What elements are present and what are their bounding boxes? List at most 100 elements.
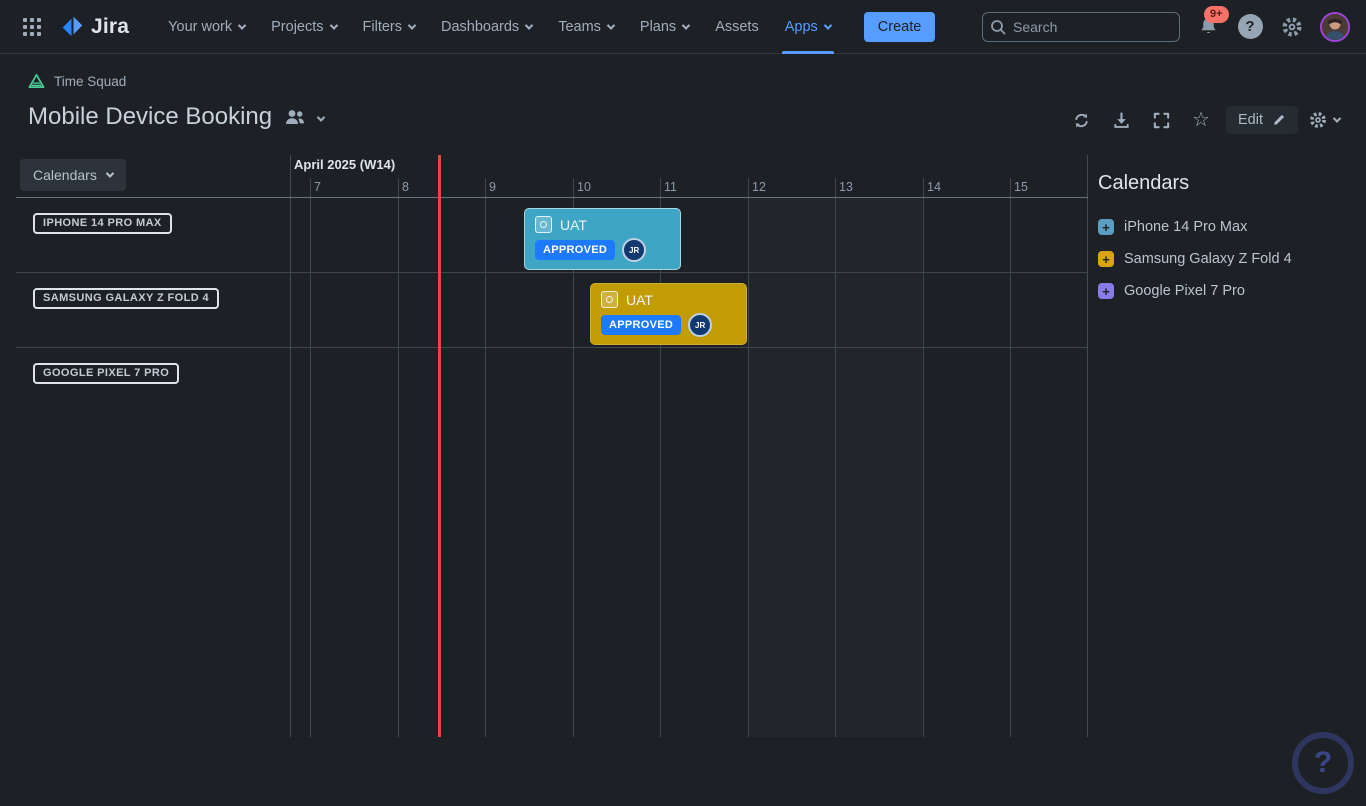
chevron-down-icon	[525, 21, 533, 29]
export-button[interactable]	[1106, 105, 1136, 135]
download-icon	[1112, 111, 1131, 130]
calendar-item-pixel[interactable]: + Google Pixel 7 Pro	[1098, 275, 1348, 307]
day-gridline	[485, 178, 486, 737]
day-label: 10	[577, 180, 591, 194]
day-label: 15	[1014, 180, 1028, 194]
notifications-button[interactable]: 9+	[1194, 13, 1222, 41]
nav-item-label: Your work	[168, 19, 232, 35]
calendar-item-label: Google Pixel 7 Pro	[1124, 283, 1245, 299]
app-switcher-icon[interactable]	[16, 11, 48, 43]
search-box	[982, 12, 1180, 42]
header-underline	[16, 197, 1088, 198]
help-button[interactable]: ?	[1236, 13, 1264, 41]
chevron-down-icon	[824, 21, 832, 29]
event-title: UAT	[626, 292, 653, 308]
day-gridline	[398, 178, 399, 737]
nav-item-apps[interactable]: Apps	[772, 0, 844, 54]
booking-event-samsung[interactable]: UAT APPROVED JR	[590, 283, 747, 345]
breadcrumb[interactable]: Time Squad	[28, 73, 126, 89]
asset-object-icon	[535, 216, 552, 233]
nav-item-label: Filters	[363, 19, 402, 35]
grid-dots-icon	[23, 18, 41, 36]
project-triangle-icon	[28, 73, 45, 89]
assignee-avatar[interactable]: JR	[688, 313, 712, 337]
nav-item-dashboards[interactable]: Dashboards	[428, 0, 545, 54]
header-actions: ☆ Edit	[1066, 105, 1340, 135]
calendar-plus-icon: +	[1098, 283, 1114, 299]
settings-button[interactable]	[1278, 13, 1306, 41]
status-badge: APPROVED	[535, 240, 615, 260]
page-title: Mobile Device Booking	[28, 103, 272, 131]
chevron-down-icon	[408, 21, 416, 29]
top-navigation-bar: Jira Your work Projects Filters Dashboar…	[0, 0, 1366, 54]
user-avatar[interactable]	[1320, 12, 1350, 42]
weekend-column	[748, 198, 835, 737]
fullscreen-button[interactable]	[1146, 105, 1176, 135]
create-button[interactable]: Create	[864, 12, 936, 42]
refresh-icon	[1072, 111, 1091, 130]
nav-item-projects[interactable]: Projects	[258, 0, 349, 54]
timeline-right-boundary	[1087, 155, 1088, 737]
favorite-button[interactable]: ☆	[1186, 105, 1216, 135]
pencil-icon	[1272, 113, 1286, 127]
nav-item-assets[interactable]: Assets	[702, 0, 772, 54]
floating-help-button[interactable]: ?	[1292, 732, 1354, 794]
asset-object-icon	[601, 291, 618, 308]
today-marker-line	[438, 155, 441, 737]
calendar-plus-icon: +	[1098, 251, 1114, 267]
day-label: 9	[489, 180, 496, 194]
booking-event-iphone[interactable]: UAT APPROVED JR	[524, 208, 681, 270]
board-settings-button[interactable]	[1308, 110, 1340, 130]
jira-logo[interactable]: Jira	[60, 14, 129, 39]
nav-item-label: Teams	[558, 19, 601, 35]
notification-count-badge: 9+	[1204, 6, 1229, 23]
resource-row-label: GOOGLE PIXEL 7 PRO	[33, 363, 179, 384]
nav-item-label: Assets	[715, 19, 759, 35]
jira-calendar-page: Jira Your work Projects Filters Dashboar…	[0, 0, 1366, 806]
nav-item-label: Dashboards	[441, 19, 519, 35]
day-gridline	[1010, 178, 1011, 737]
event-meta: APPROVED JR	[601, 313, 736, 337]
day-label: 11	[664, 180, 677, 194]
chevron-down-icon[interactable]	[317, 113, 325, 121]
logo-text: Jira	[91, 15, 129, 39]
nav-item-plans[interactable]: Plans	[627, 0, 702, 54]
weekend-column	[835, 198, 922, 737]
search-input[interactable]	[982, 12, 1180, 42]
day-label: 7	[314, 180, 321, 194]
gear-icon	[1280, 15, 1304, 39]
calendar-item-iphone[interactable]: + iPhone 14 Pro Max	[1098, 211, 1348, 243]
nav-item-label: Projects	[271, 19, 323, 35]
gear-icon	[1308, 110, 1328, 130]
calendar-item-label: Samsung Galaxy Z Fold 4	[1124, 251, 1292, 267]
row-divider	[16, 347, 1088, 348]
refresh-button[interactable]	[1066, 105, 1096, 135]
primary-nav: Your work Projects Filters Dashboards Te…	[155, 0, 844, 54]
page-header: Mobile Device Booking	[28, 103, 324, 131]
question-mark-icon: ?	[1314, 746, 1332, 780]
day-gridline	[748, 178, 749, 737]
calendar-item-label: iPhone 14 Pro Max	[1124, 219, 1247, 235]
assignee-avatar[interactable]: JR	[622, 238, 646, 262]
chevron-down-icon	[682, 21, 690, 29]
edit-button[interactable]: Edit	[1226, 106, 1298, 134]
resource-row-label: IPHONE 14 PRO MAX	[33, 213, 172, 234]
calendar-item-samsung[interactable]: + Samsung Galaxy Z Fold 4	[1098, 243, 1348, 275]
chevron-down-icon	[238, 21, 246, 29]
day-label: 14	[927, 180, 941, 194]
nav-item-filters[interactable]: Filters	[350, 0, 428, 54]
nav-item-label: Apps	[785, 19, 818, 35]
day-gridline	[835, 178, 836, 737]
row-divider	[16, 272, 1088, 273]
month-label: April 2025 (W14)	[294, 157, 395, 172]
fullscreen-icon	[1152, 111, 1171, 130]
star-icon: ☆	[1192, 110, 1210, 130]
nav-item-your-work[interactable]: Your work	[155, 0, 258, 54]
people-icon[interactable]	[284, 108, 306, 126]
status-badge: APPROVED	[601, 315, 681, 335]
nav-item-teams[interactable]: Teams	[545, 0, 627, 54]
avatar-photo	[1322, 14, 1348, 40]
chevron-down-icon	[329, 21, 337, 29]
day-label: 13	[839, 180, 853, 194]
chevron-down-icon	[607, 21, 615, 29]
